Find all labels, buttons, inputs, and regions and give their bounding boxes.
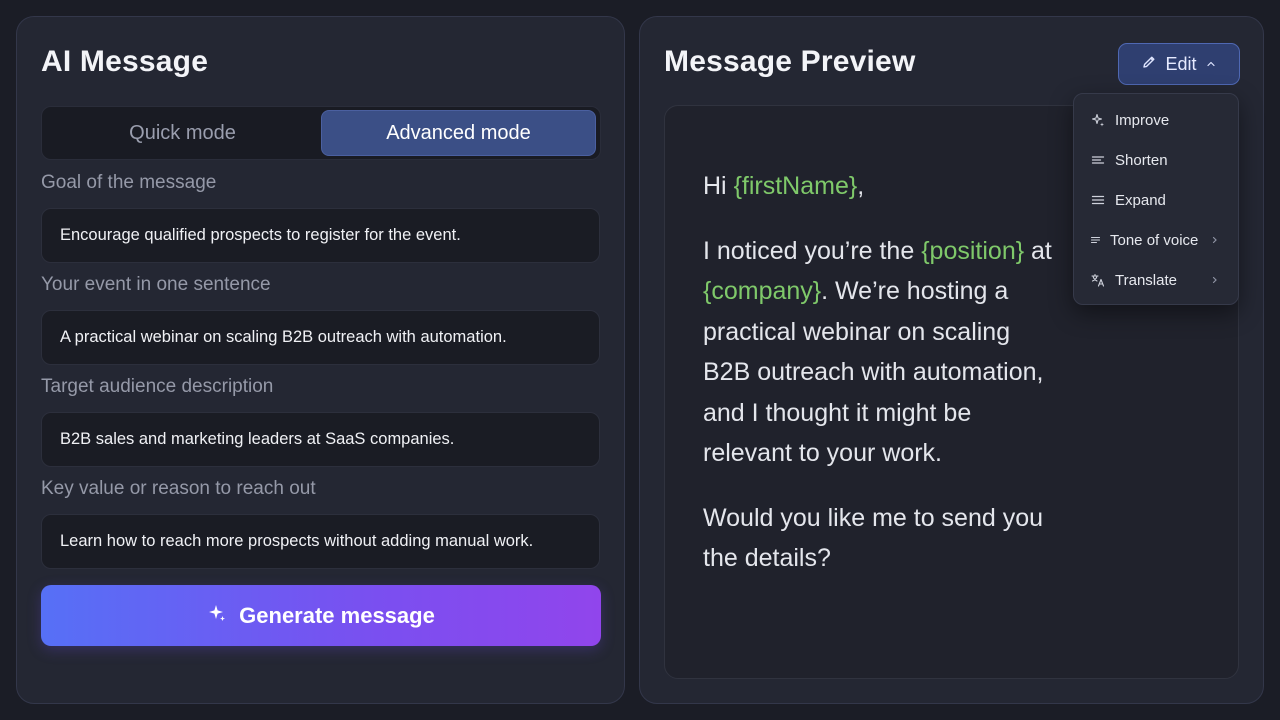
goal-input[interactable]: Encourage qualified prospects to registe…	[41, 208, 600, 263]
menu-item-label: Tone of voice	[1110, 231, 1199, 249]
menu-item-expand[interactable]: Expand	[1074, 180, 1238, 220]
chevron-right-icon	[1210, 273, 1220, 287]
edit-dropdown-menu: Improve Shorten Expand Tone of voice Tra…	[1073, 93, 1239, 305]
closing-paragraph: Would you like me to send you the detail…	[703, 503, 1044, 573]
menu-item-label: Expand	[1115, 191, 1166, 209]
shorten-lines-icon	[1091, 153, 1105, 167]
expand-lines-icon	[1091, 193, 1105, 207]
menu-item-improve[interactable]: Improve	[1074, 100, 1238, 140]
event-label: Your event in one sentence	[41, 274, 271, 295]
menu-item-tone-of-voice[interactable]: Tone of voice	[1074, 220, 1238, 260]
tone-lines-icon	[1091, 233, 1100, 247]
generate-message-button[interactable]: Generate message	[41, 585, 601, 646]
sparkle-icon	[207, 603, 227, 629]
key-value-input[interactable]: Learn how to reach more prospects withou…	[41, 514, 600, 569]
body-paragraph: I noticed you’re the {position} at {comp…	[703, 231, 1053, 474]
advanced-mode-button[interactable]: Advanced mode	[321, 110, 596, 156]
first-name-variable: {firstName}	[733, 172, 858, 200]
menu-item-label: Translate	[1115, 271, 1177, 289]
generate-label: Generate message	[239, 602, 435, 628]
company-variable: {company}	[703, 277, 822, 305]
greeting-end: ,	[857, 172, 865, 200]
menu-item-label: Shorten	[1115, 151, 1168, 169]
mode-toggle: Quick mode Advanced mode	[41, 106, 601, 160]
quick-mode-button[interactable]: Quick mode	[45, 110, 320, 156]
panel-title: Message Preview	[664, 45, 916, 78]
chevron-up-icon	[1205, 54, 1217, 75]
greeting-paragraph: Hi {firstName},	[703, 166, 1053, 207]
menu-item-shorten[interactable]: Shorten	[1074, 140, 1238, 180]
body-start: I noticed you’re the	[703, 236, 922, 265]
audience-label: Target audience description	[41, 376, 274, 397]
goal-label: Goal of the message	[41, 172, 217, 193]
menu-item-translate[interactable]: Translate	[1074, 260, 1238, 300]
greeting-text: Hi	[703, 172, 734, 200]
panel-title: AI Message	[41, 45, 209, 78]
sparkle-icon	[1091, 113, 1105, 127]
audience-input[interactable]: B2B sales and marketing leaders at SaaS …	[41, 412, 600, 467]
edit-button[interactable]: Edit	[1118, 43, 1240, 85]
pencil-icon	[1141, 54, 1157, 75]
position-variable: {position}	[921, 236, 1025, 265]
edit-label: Edit	[1165, 53, 1197, 74]
menu-item-label: Improve	[1115, 111, 1170, 129]
preview-text: Hi {firstName}, I noticed you’re the {po…	[703, 166, 1053, 603]
ai-message-panel: AI Message Quick mode Advanced mode Goal…	[16, 16, 625, 704]
body-mid: at	[1024, 236, 1052, 265]
translate-icon	[1091, 273, 1105, 287]
key-value-label: Key value or reason to reach out	[41, 478, 316, 499]
chevron-right-icon	[1210, 233, 1220, 247]
body-end: . We’re hosting a practical webinar on s…	[703, 277, 1044, 467]
event-input[interactable]: A practical webinar on scaling B2B outre…	[41, 310, 600, 365]
